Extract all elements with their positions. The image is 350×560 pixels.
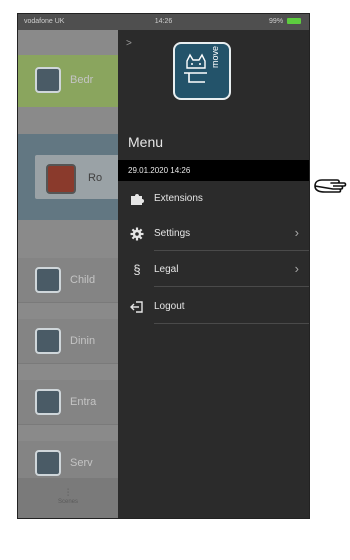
menu-item-extensions[interactable]: Extensions [118, 182, 309, 216]
child-icon [35, 267, 61, 293]
list-item-label: Child [70, 274, 96, 286]
divider [154, 250, 309, 251]
room-icon [46, 164, 76, 194]
chevron-right-icon: › [294, 225, 299, 240]
divider [154, 323, 309, 324]
logout-icon [130, 300, 144, 314]
pointing-hand-icon [314, 179, 347, 193]
chevron-right-icon: › [294, 261, 299, 276]
list-item[interactable]: Dinin [18, 319, 118, 364]
menu-item-legal[interactable]: § Legal › [118, 253, 309, 287]
background-room-list: Bedr Ro Child Dinin Entra Serv ⫶ Scenes [18, 30, 125, 518]
list-item-label: Entra [70, 396, 97, 408]
tab-label: Scenes [57, 499, 78, 505]
datetime-bar: 29.01.2020 14:26 [118, 160, 309, 181]
menu-drawer: > move Menu 29.01.2020 14:26 Extensions [118, 30, 309, 518]
chevron-right-icon[interactable]: > [126, 38, 132, 49]
cat-icon [184, 53, 207, 83]
dining-icon [35, 328, 61, 354]
list-item[interactable]: Child [18, 258, 118, 303]
list-item-selected[interactable]: Ro [18, 134, 125, 220]
battery-percent: 99% [269, 18, 284, 25]
list-item[interactable]: Entra [18, 380, 118, 425]
section-icon: § [133, 262, 141, 277]
menu-item-label: Extensions [154, 193, 203, 204]
list-item-label: Dinin [70, 335, 96, 347]
menu-item-logout[interactable]: Logout [118, 290, 309, 324]
gear-icon [130, 227, 144, 241]
service-icon [35, 450, 61, 476]
menu-item-label: Legal [154, 264, 179, 275]
battery-indicator: 99% [269, 18, 301, 25]
menu-item-label: Settings [154, 228, 191, 239]
status-time: 14:26 [154, 18, 173, 25]
menu-item-label: Logout [154, 301, 185, 312]
app-logo: move [173, 42, 231, 100]
list-item-label: Ro [88, 172, 103, 184]
logo-text: move [210, 45, 220, 68]
bed-icon [35, 67, 61, 93]
menu-title: Menu [128, 134, 164, 150]
battery-icon [287, 18, 301, 25]
entrance-icon [35, 389, 61, 415]
list-item-label: Bedr [70, 74, 94, 86]
sliders-icon: ⫶ [66, 488, 70, 499]
list-item[interactable]: Bedr [18, 55, 118, 107]
divider [154, 286, 309, 287]
puzzle-icon [130, 192, 144, 206]
tab-scenes[interactable]: ⫶ Scenes [18, 478, 118, 518]
menu-item-settings[interactable]: Settings › [118, 217, 309, 251]
status-bar: vodafone UK 14:26 99% [18, 14, 309, 30]
phone-screen: vodafone UK 14:26 99% Bedr Ro Child Dini… [17, 13, 310, 519]
list-item-label: Serv [70, 457, 93, 469]
